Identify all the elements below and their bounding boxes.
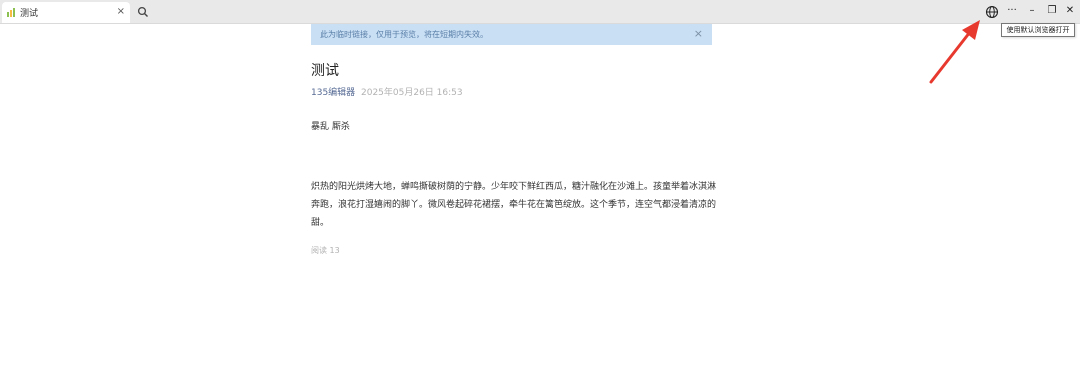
temporary-link-notice: 此为临时链接，仅用于预览，将在短期内失效。 ×: [311, 24, 712, 45]
open-in-default-browser-tooltip: 使用默认浏览器打开: [1001, 23, 1075, 37]
article-paragraph: 炽热的阳光烘烤大地，蝉鸣撕破树荫的宁静。少年咬下鲜红西瓜，糖汁融化在沙滩上。孩童…: [311, 182, 717, 228]
close-window-button[interactable]: ✕: [1062, 3, 1078, 19]
more-options-button[interactable]: ···: [1004, 3, 1020, 19]
favicon-icon: [7, 8, 15, 17]
article-paragraph: 暴乱 厮杀: [311, 122, 350, 132]
globe-icon[interactable]: [985, 5, 999, 19]
tab-title: 测试: [20, 9, 39, 19]
notice-text: 此为临时链接，仅用于预览，将在短期内失效。: [320, 30, 488, 39]
tab-close-button[interactable]: ×: [117, 6, 125, 18]
notice-close-button[interactable]: ×: [694, 27, 703, 41]
restore-button[interactable]: ❐: [1044, 3, 1060, 19]
browser-titlebar: 测试 × ··· – ❐ ✕: [0, 0, 1080, 24]
article-date: 2025年05月26日 16:53: [361, 88, 463, 98]
article-title: 测试: [311, 63, 339, 79]
search-icon[interactable]: [137, 6, 149, 18]
article-author-link[interactable]: 135编辑器: [311, 85, 355, 98]
browser-tab[interactable]: 测试 ×: [2, 2, 130, 23]
minimize-button[interactable]: –: [1024, 3, 1040, 19]
read-count: 阅读 13: [311, 246, 340, 255]
